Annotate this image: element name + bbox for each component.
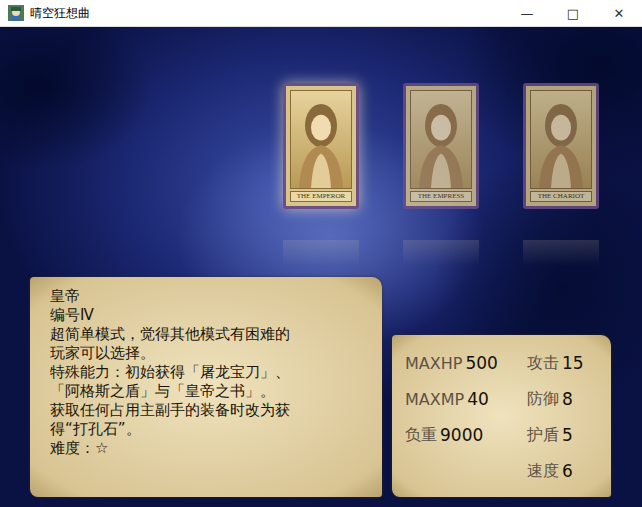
- card-slot: THE CHARIOT: [523, 83, 599, 266]
- window-title: 晴空狂想曲: [30, 5, 504, 22]
- tarot-card[interactable]: THE EMPRESS: [403, 83, 479, 209]
- stat-row: 攻击15: [527, 345, 584, 381]
- card-reflection: [283, 240, 359, 266]
- stat-label: MAXHP: [405, 354, 462, 373]
- stat-value: 8: [562, 389, 573, 409]
- description-line: 超简单模式，觉得其他模式有困难的: [50, 325, 368, 344]
- card-slot: THE EMPRESS: [403, 83, 479, 266]
- description-line: 得“打孔石”。: [50, 420, 368, 439]
- stat-label: 速度: [527, 461, 559, 482]
- minimize-button[interactable]: —: [504, 0, 550, 26]
- card-reflection: [403, 240, 479, 266]
- description-line: 玩家可以选择。: [50, 344, 368, 363]
- stats-panel: MAXHP500MAXMP40负重9000攻击15防御8护盾5速度6: [392, 335, 611, 497]
- card-row: THE EMPEROR THE EMPRESS THE CHARIOT: [0, 27, 642, 266]
- stat-row: 护盾5: [527, 417, 584, 453]
- card-portrait-icon: [290, 90, 352, 189]
- stat-value: 40: [467, 389, 489, 409]
- stat-label: 负重: [405, 425, 437, 446]
- stat-row: 防御8: [527, 381, 584, 417]
- stat-label: 防御: [527, 389, 559, 410]
- card-portrait-icon: [410, 90, 472, 189]
- description-line: 特殊能力：初始获得「屠龙宝刀」、: [50, 363, 368, 382]
- maximize-button[interactable]: □: [550, 0, 596, 26]
- description-line: 编号Ⅳ: [50, 306, 368, 325]
- card-label: THE CHARIOT: [530, 191, 592, 202]
- tarot-card[interactable]: THE CHARIOT: [523, 83, 599, 209]
- tarot-card[interactable]: THE EMPEROR: [283, 83, 359, 209]
- stat-row: 速度6: [527, 453, 584, 489]
- stats-column: 攻击15防御8护盾5速度6: [527, 343, 584, 489]
- close-button[interactable]: ✕: [596, 0, 642, 26]
- stat-value: 500: [465, 353, 497, 373]
- stat-value: 6: [562, 461, 573, 481]
- stat-label: 护盾: [527, 425, 559, 446]
- stat-row: MAXMP40: [405, 381, 513, 417]
- stat-label: MAXMP: [405, 390, 464, 409]
- description-line: 「阿格斯之盾」与「皇帝之书」。: [50, 382, 368, 401]
- window-controls: —□✕: [504, 0, 642, 26]
- description-line: 难度：☆: [50, 439, 368, 458]
- description-line: 获取任何占用主副手的装备时改为获: [50, 401, 368, 420]
- card-slot: THE EMPEROR: [283, 83, 359, 266]
- stat-value: 9000: [440, 425, 483, 445]
- description-line: 皇帝: [50, 287, 368, 306]
- card-label: THE EMPEROR: [290, 191, 352, 202]
- description-panel: 皇帝编号Ⅳ超简单模式，觉得其他模式有困难的玩家可以选择。特殊能力：初始获得「屠龙…: [30, 277, 382, 497]
- title-bar: 晴空狂想曲—□✕: [0, 0, 642, 27]
- stats-column: MAXHP500MAXMP40负重9000: [405, 343, 513, 489]
- app-icon: [8, 5, 24, 21]
- stat-row: MAXHP500: [405, 345, 513, 381]
- info-row: 皇帝编号Ⅳ超简单模式，觉得其他模式有困难的玩家可以选择。特殊能力：初始获得「屠龙…: [0, 277, 642, 507]
- stat-label: 攻击: [527, 353, 559, 374]
- card-reflection: [523, 240, 599, 266]
- stat-row: 负重9000: [405, 417, 513, 453]
- stat-value: 15: [562, 353, 584, 373]
- stat-value: 5: [562, 425, 573, 445]
- game-screen: THE EMPEROR THE EMPRESS THE CHARIOT 皇帝编号Ⅳ超简…: [0, 27, 642, 507]
- card-portrait-icon: [530, 90, 592, 189]
- card-label: THE EMPRESS: [410, 191, 472, 202]
